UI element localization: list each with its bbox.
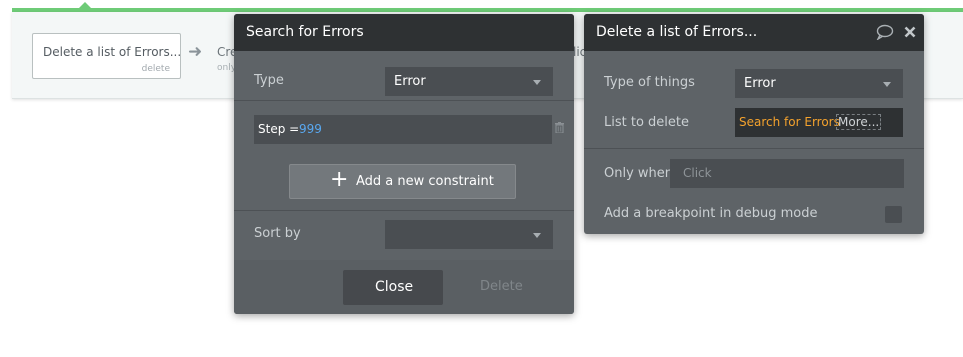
list-to-delete-label: List to delete: [604, 115, 689, 130]
trash-icon[interactable]: [555, 122, 564, 133]
constraint-row[interactable]: Step = 999: [254, 115, 552, 144]
workflow-step-subtitle: delete: [141, 64, 170, 74]
panel-header: Search for Errors: [234, 14, 574, 51]
add-constraint-button[interactable]: + Add a new constraint: [289, 164, 516, 199]
constraint-key: Step =: [258, 122, 300, 136]
panel-title: Delete a list of Errors...: [596, 24, 758, 40]
constraint-value[interactable]: 999: [299, 122, 322, 136]
breakpoint-label: Add a breakpoint in debug mode: [604, 206, 818, 221]
caret-down-icon: [533, 233, 541, 238]
workflow-step-delete[interactable]: Delete a list of Errors... delete: [32, 33, 181, 79]
close-button[interactable]: Close: [343, 270, 443, 305]
only-when-placeholder: Click: [683, 166, 712, 180]
search-for-errors-panel: Search for Errors Type Error Step = 999 …: [234, 14, 574, 314]
only-when-input[interactable]: Click: [670, 159, 904, 188]
panel-title: Search for Errors: [246, 24, 364, 40]
divider: [234, 210, 574, 211]
more-button[interactable]: More...: [836, 114, 882, 130]
close-icon[interactable]: [904, 26, 916, 38]
list-to-delete-field[interactable]: Search for Errors More...: [735, 108, 903, 137]
add-constraint-label: Add a new constraint: [356, 174, 494, 189]
type-of-things-dropdown[interactable]: Error: [735, 69, 903, 98]
dynamic-expression[interactable]: Search for Errors: [739, 115, 840, 129]
type-label: Type: [254, 73, 284, 88]
caret-down-icon: [883, 82, 891, 87]
divider: [234, 100, 574, 101]
workflow-step-title: Delete a list of Errors...: [43, 45, 182, 59]
type-of-things-value: Error: [744, 76, 776, 91]
plus-icon: +: [330, 167, 349, 192]
type-of-things-label: Type of things: [604, 75, 695, 90]
type-dropdown[interactable]: Error: [385, 67, 553, 96]
workflow-step-indicator: [78, 2, 92, 9]
arrow-right-icon: ➜: [188, 42, 203, 62]
sort-by-label: Sort by: [254, 226, 301, 241]
type-dropdown-value: Error: [394, 74, 426, 89]
delete-list-action-panel: Delete a list of Errors... Type of thing…: [584, 14, 924, 234]
delete-button[interactable]: Delete: [480, 279, 523, 294]
only-when-label: Only when: [604, 166, 674, 181]
panel-header: Delete a list of Errors...: [584, 14, 924, 51]
sort-by-dropdown[interactable]: [385, 220, 553, 249]
breakpoint-checkbox[interactable]: [885, 206, 902, 223]
close-button-label: Close: [375, 279, 414, 295]
divider: [584, 148, 924, 149]
comment-icon[interactable]: [875, 24, 894, 41]
caret-down-icon: [533, 80, 541, 85]
